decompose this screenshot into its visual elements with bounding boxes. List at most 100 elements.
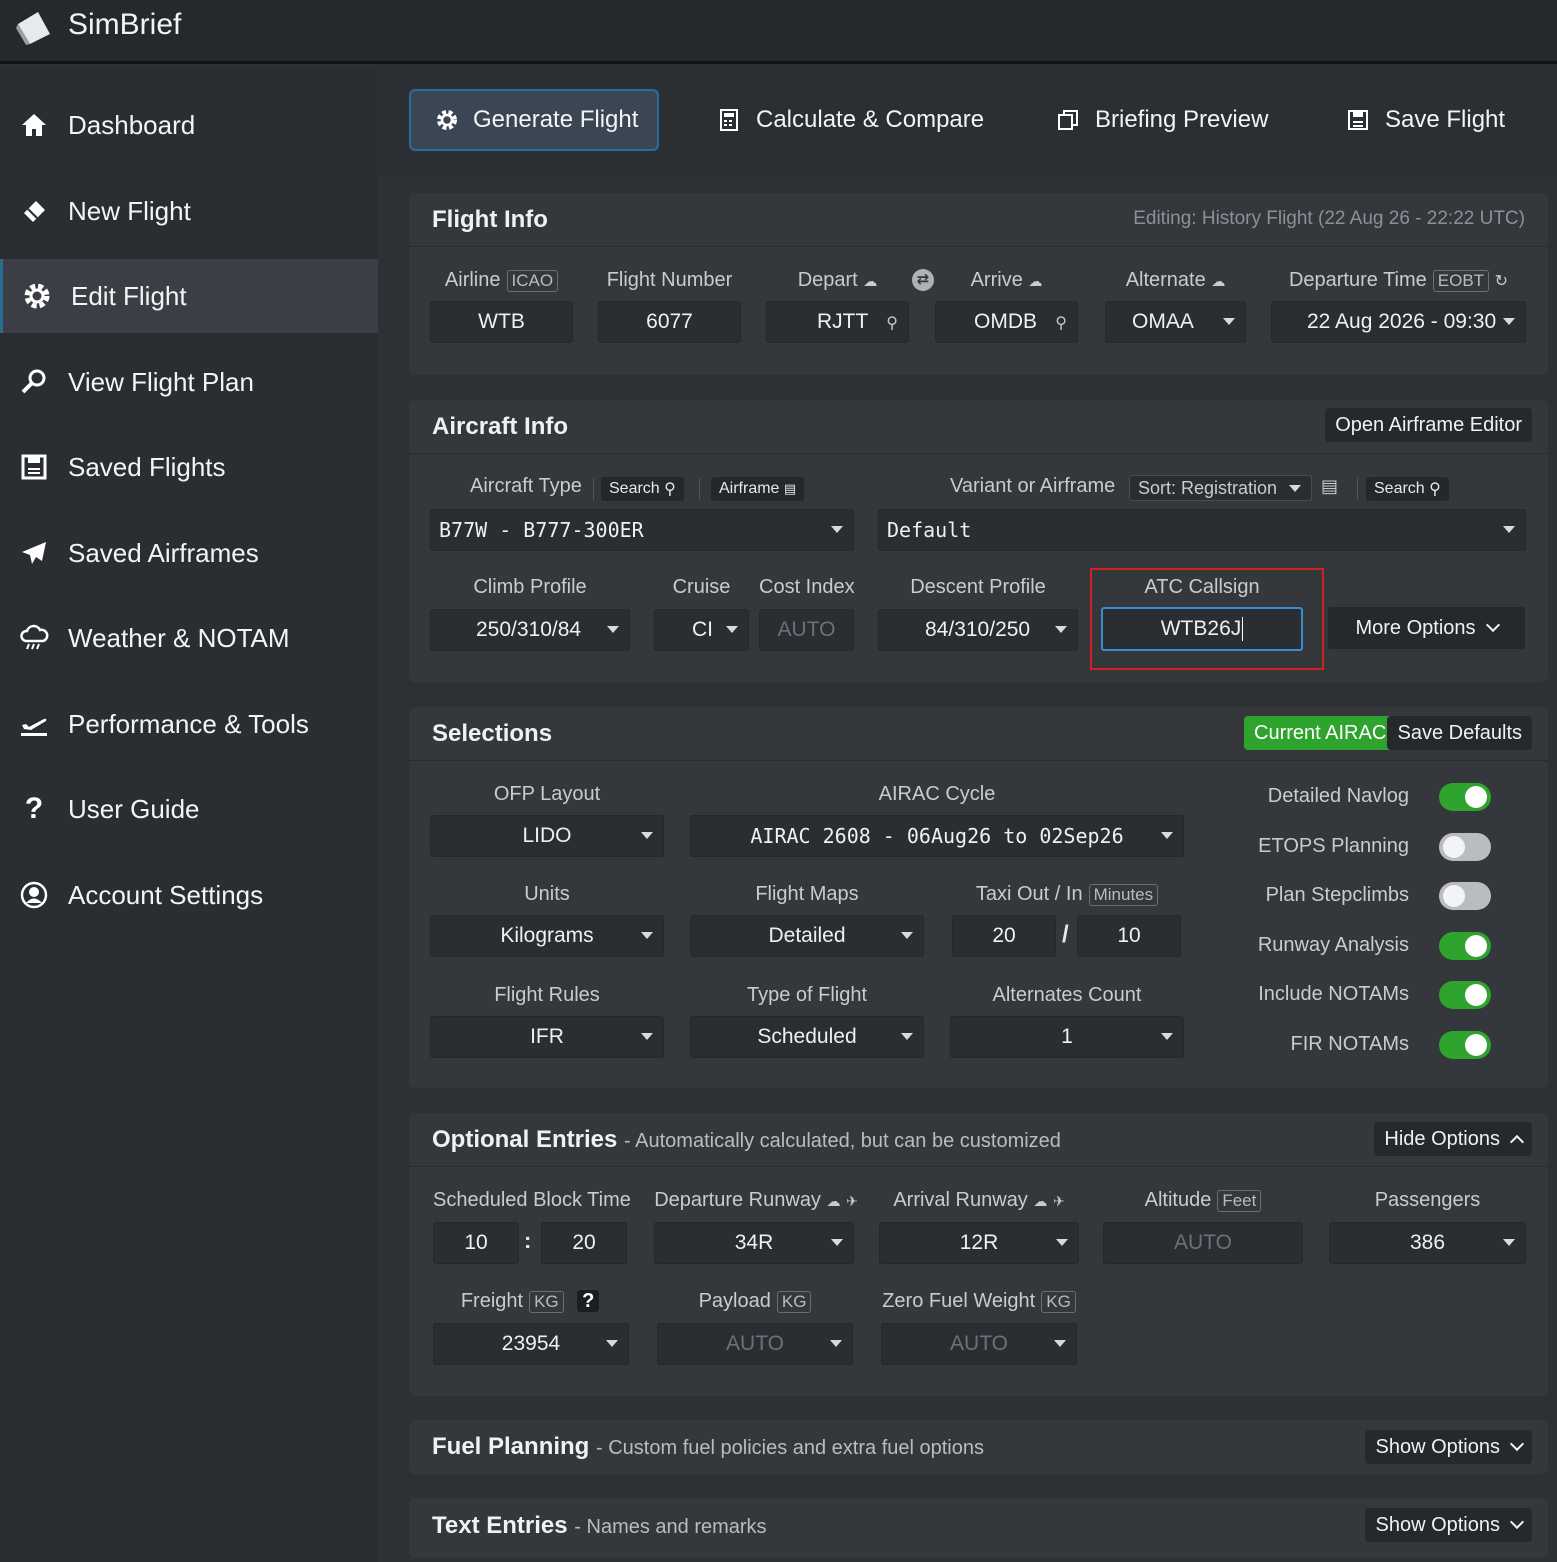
- save-icon[interactable]: ▤: [1321, 476, 1343, 498]
- atc-callsign-input[interactable]: WTB26J: [1101, 607, 1303, 651]
- etops-planning-toggle[interactable]: [1439, 833, 1491, 861]
- landing-icon: ✈: [1052, 1193, 1065, 1209]
- include-notams-toggle[interactable]: [1439, 981, 1491, 1009]
- sort-select[interactable]: Sort: Registration: [1129, 475, 1312, 501]
- type-of-flight-select[interactable]: Scheduled: [690, 1016, 924, 1058]
- save-flight-label: Save Flight: [1385, 106, 1506, 133]
- divider: [1357, 478, 1358, 500]
- chevron-down-icon: [726, 626, 738, 633]
- taxi-out-field[interactable]: 20: [952, 915, 1056, 957]
- cost-index-field[interactable]: AUTO: [759, 609, 854, 651]
- alternates-count-select[interactable]: 1: [950, 1016, 1184, 1058]
- runway-analysis-toggle[interactable]: [1439, 932, 1491, 960]
- flight-rules-select[interactable]: IFR: [430, 1016, 664, 1058]
- passengers-select[interactable]: 386: [1329, 1222, 1526, 1264]
- sidebar-item-view-flight-plan[interactable]: View Flight Plan: [0, 345, 378, 419]
- descent-profile-select[interactable]: 84/310/250: [878, 609, 1078, 651]
- text-cursor: [1242, 617, 1244, 641]
- sidebar-item-edit-flight[interactable]: Edit Flight: [0, 259, 378, 333]
- optional-entries-title: Optional Entries - Automatically calcula…: [432, 1126, 1061, 1153]
- block-minutes-field[interactable]: 20: [541, 1222, 627, 1264]
- text-entries-card: Text Entries - Names and remarks Show Op…: [409, 1498, 1548, 1558]
- chevron-down-icon: [1056, 1239, 1068, 1246]
- variant-select[interactable]: Default: [878, 509, 1526, 551]
- save-icon: [1345, 107, 1371, 133]
- climb-profile-select[interactable]: 250/310/84: [430, 609, 630, 651]
- chevron-down-icon: [1055, 626, 1067, 633]
- flight-number-field[interactable]: 6077: [598, 301, 741, 343]
- flight-number-label: Flight Number: [606, 269, 733, 291]
- text-show-options-button[interactable]: Show Options: [1365, 1508, 1532, 1542]
- chevron-up-icon: [1509, 1134, 1525, 1150]
- briefing-preview-button[interactable]: Briefing Preview: [1031, 89, 1292, 151]
- chevron-down-icon: [1509, 1436, 1525, 1452]
- save-flight-button[interactable]: Save Flight: [1321, 89, 1529, 151]
- flight-maps-select[interactable]: Detailed: [690, 915, 924, 957]
- zero-fuel-weight-select[interactable]: AUTO: [881, 1323, 1077, 1365]
- sidebar-item-weather-notam[interactable]: Weather & NOTAM: [0, 601, 378, 675]
- type-of-flight-label: Type of Flight: [746, 984, 868, 1006]
- chevron-down-icon: [831, 526, 843, 533]
- sidebar-item-account-settings[interactable]: Account Settings: [0, 858, 378, 932]
- sidebar-item-label: User Guide: [68, 793, 200, 824]
- cloud-icon: ☁: [1028, 273, 1043, 289]
- airac-cycle-select[interactable]: AIRAC 2608 - 06Aug26 to 02Sep26: [690, 815, 1184, 857]
- chevron-down-icon: [831, 1239, 843, 1246]
- sidebar-item-new-flight[interactable]: New Flight: [0, 174, 378, 248]
- cloud-icon: ☁: [1211, 273, 1226, 289]
- sidebar-item-label: Account Settings: [68, 879, 264, 910]
- ofp-layout-select[interactable]: LIDO: [430, 815, 664, 857]
- payload-label: Payload KG: [657, 1290, 853, 1313]
- cruise-select[interactable]: CI: [654, 609, 749, 651]
- aircraft-type-select[interactable]: B77W - B777-300ER: [430, 509, 854, 551]
- departure-time-select[interactable]: 22 Aug 2026 - 09:30: [1271, 301, 1526, 343]
- save-defaults-button[interactable]: Save Defaults: [1387, 716, 1532, 750]
- calculate-compare-label: Calculate & Compare: [756, 106, 985, 133]
- plan-stepclimbs-toggle[interactable]: [1439, 882, 1491, 910]
- calculate-compare-button[interactable]: Calculate & Compare: [692, 89, 1008, 151]
- fir-notams-toggle[interactable]: [1439, 1031, 1491, 1059]
- sidebar-item-dashboard[interactable]: Dashboard: [0, 88, 378, 162]
- airframe-button[interactable]: Airframe ▤: [711, 477, 805, 501]
- block-hours-field[interactable]: 10: [433, 1222, 519, 1264]
- payload-select[interactable]: AUTO: [657, 1323, 853, 1365]
- selections-title: Selections: [432, 720, 553, 747]
- swap-airports-icon[interactable]: ⇄: [912, 269, 934, 291]
- fuel-show-options-button[interactable]: Show Options: [1365, 1430, 1532, 1464]
- generate-flight-button[interactable]: Generate Flight: [409, 89, 659, 151]
- departure-runway-label: Departure Runway ☁ ✈: [654, 1189, 858, 1211]
- arrive-field[interactable]: OMDB ⚲: [935, 301, 1078, 343]
- airline-field[interactable]: WTB: [430, 301, 573, 343]
- taxi-in-field[interactable]: 10: [1077, 915, 1181, 957]
- units-select[interactable]: Kilograms: [430, 915, 664, 957]
- sidebar-item-saved-airframes[interactable]: Saved Airframes: [0, 516, 378, 590]
- current-airac-button[interactable]: Current AIRAC: [1244, 716, 1397, 750]
- chevron-down-icon: [1161, 832, 1173, 839]
- depart-field[interactable]: RJTT ⚲: [766, 301, 909, 343]
- more-options-button[interactable]: More Options: [1328, 607, 1525, 649]
- freight-select[interactable]: 23954: [433, 1323, 629, 1365]
- sidebar-item-saved-flights[interactable]: Saved Flights: [0, 430, 378, 504]
- chevron-down-icon: [641, 932, 653, 939]
- open-airframe-editor-button[interactable]: Open Airframe Editor: [1325, 408, 1532, 442]
- alternate-label: Alternate ☁: [1125, 269, 1226, 291]
- chevron-down-icon: [901, 1033, 913, 1040]
- chevron-down-icon: [1509, 1514, 1525, 1530]
- hide-options-button[interactable]: Hide Options: [1374, 1122, 1532, 1156]
- aircraft-search-button[interactable]: Search ⚲: [601, 477, 684, 501]
- sidebar-item-user-guide[interactable]: ? User Guide: [0, 772, 378, 846]
- paper-plane-icon: [19, 538, 49, 568]
- sidebar-item-performance-tools[interactable]: Performance & Tools: [0, 687, 378, 761]
- altitude-field[interactable]: AUTO: [1103, 1222, 1303, 1264]
- toggle-label: Plan Stepclimbs: [1265, 884, 1409, 906]
- gear-icon: [22, 281, 52, 311]
- zero-fuel-weight-label: Zero Fuel Weight KG: [881, 1290, 1077, 1313]
- detailed-navlog-toggle[interactable]: [1439, 783, 1491, 811]
- variant-label: Variant or Airframe: [950, 475, 1116, 497]
- departure-runway-select[interactable]: 34R: [654, 1222, 854, 1264]
- variant-search-button[interactable]: Search ⚲: [1366, 477, 1449, 501]
- sidebar-item-label: Saved Flights: [68, 451, 226, 482]
- alternate-select[interactable]: OMAA: [1105, 301, 1246, 343]
- app-brand[interactable]: SimBrief: [68, 8, 181, 42]
- arrival-runway-select[interactable]: 12R: [879, 1222, 1079, 1264]
